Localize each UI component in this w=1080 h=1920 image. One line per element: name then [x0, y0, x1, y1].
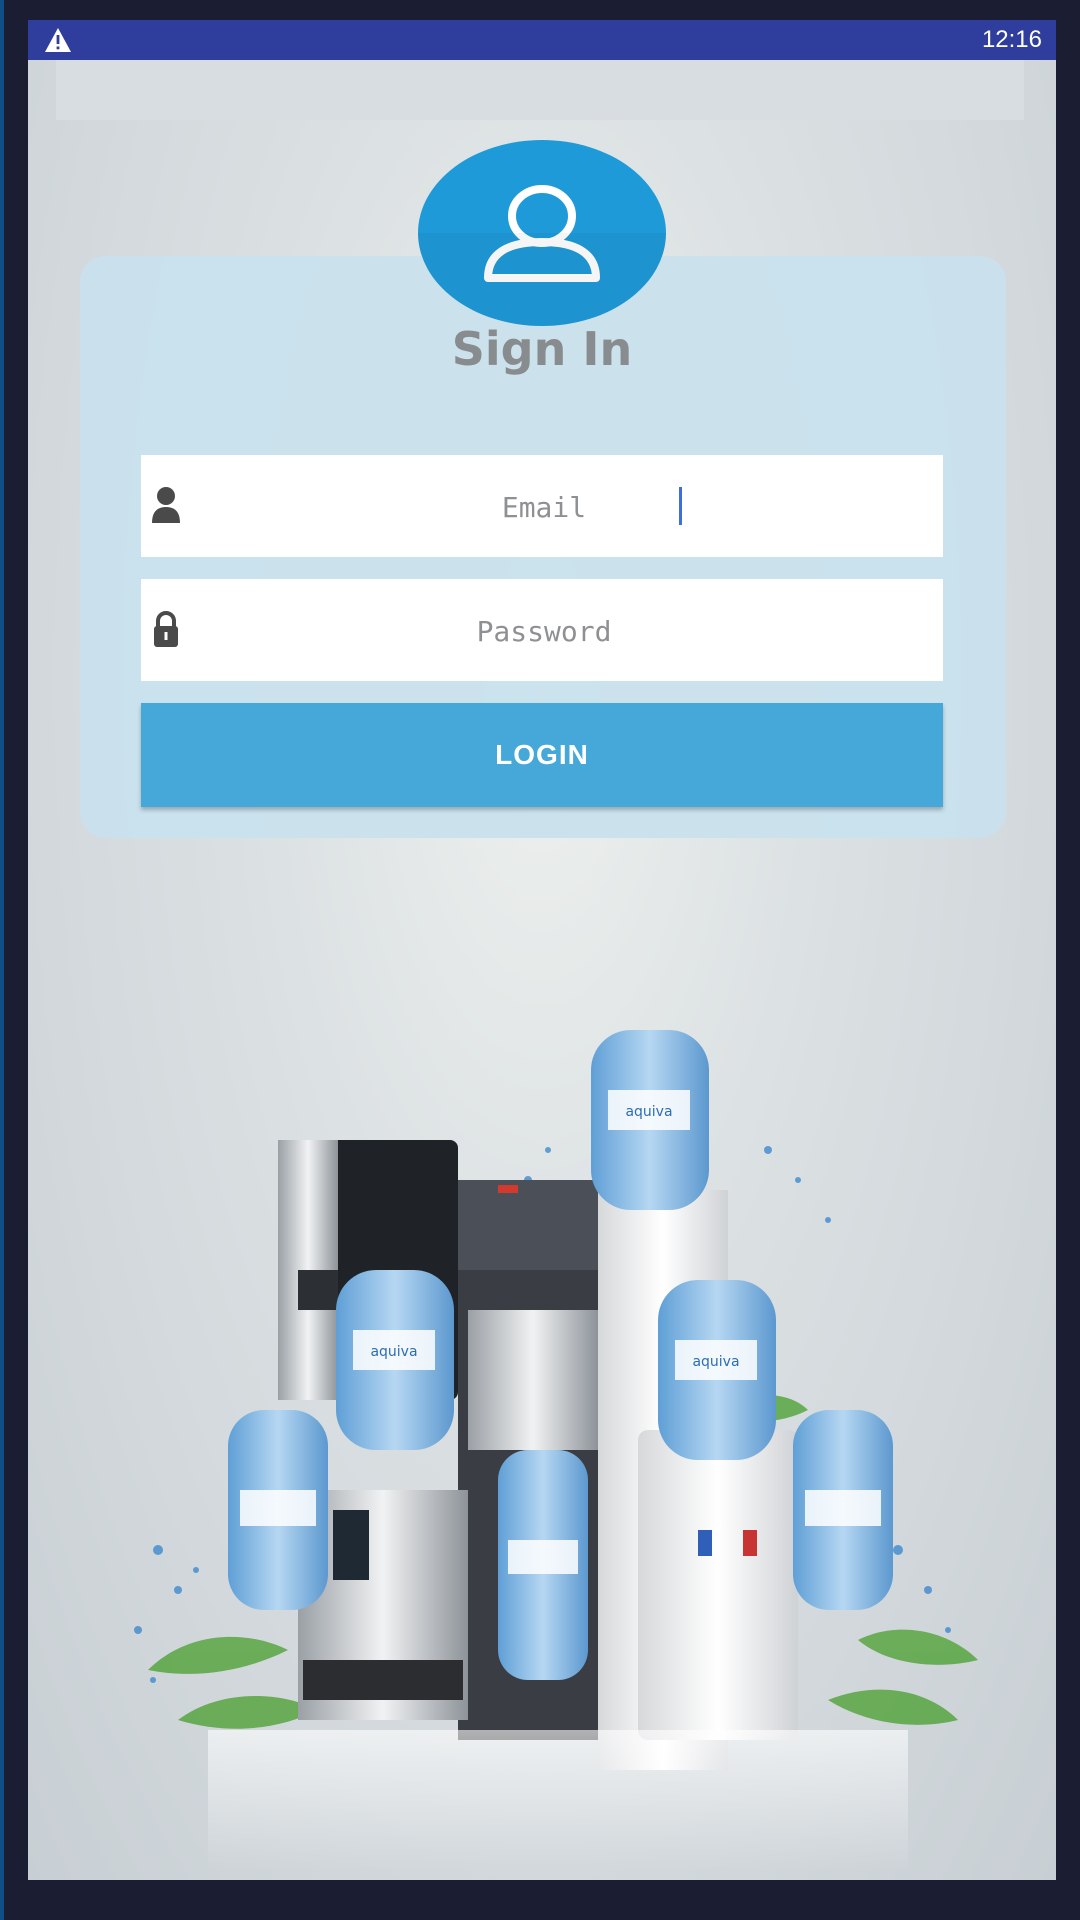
email-field[interactable]: [141, 455, 943, 559]
window-frame-edge: [0, 0, 4, 1920]
login-screen: Sign In LOGIN: [28, 60, 1056, 1880]
text-cursor: [679, 487, 682, 525]
water-dispensers-illustration: aquiva aquiva aquiva: [134, 1030, 978, 1870]
avatar: [418, 140, 666, 326]
login-button[interactable]: LOGIN: [141, 703, 943, 807]
person-icon: [152, 487, 180, 523]
email-input[interactable]: [191, 455, 897, 559]
toolbar-strip: [56, 60, 1024, 120]
bottle-brand-label: aquiva: [370, 1344, 417, 1360]
lock-icon: [154, 611, 178, 647]
page-title: Sign In: [451, 322, 633, 376]
status-time: 12:16: [981, 26, 1042, 53]
bottle-brand-label: aquiva: [625, 1104, 672, 1120]
password-field[interactable]: [141, 579, 943, 683]
user-icon: [484, 185, 600, 282]
warning-icon: [45, 28, 71, 52]
status-bar: 12:16: [28, 20, 1056, 60]
bottle-brand-label: aquiva: [692, 1354, 739, 1370]
password-input[interactable]: [191, 579, 897, 683]
phone-screen: 12:16 Sign In Email LOGIN aquiva aquiva …: [28, 20, 1056, 1880]
